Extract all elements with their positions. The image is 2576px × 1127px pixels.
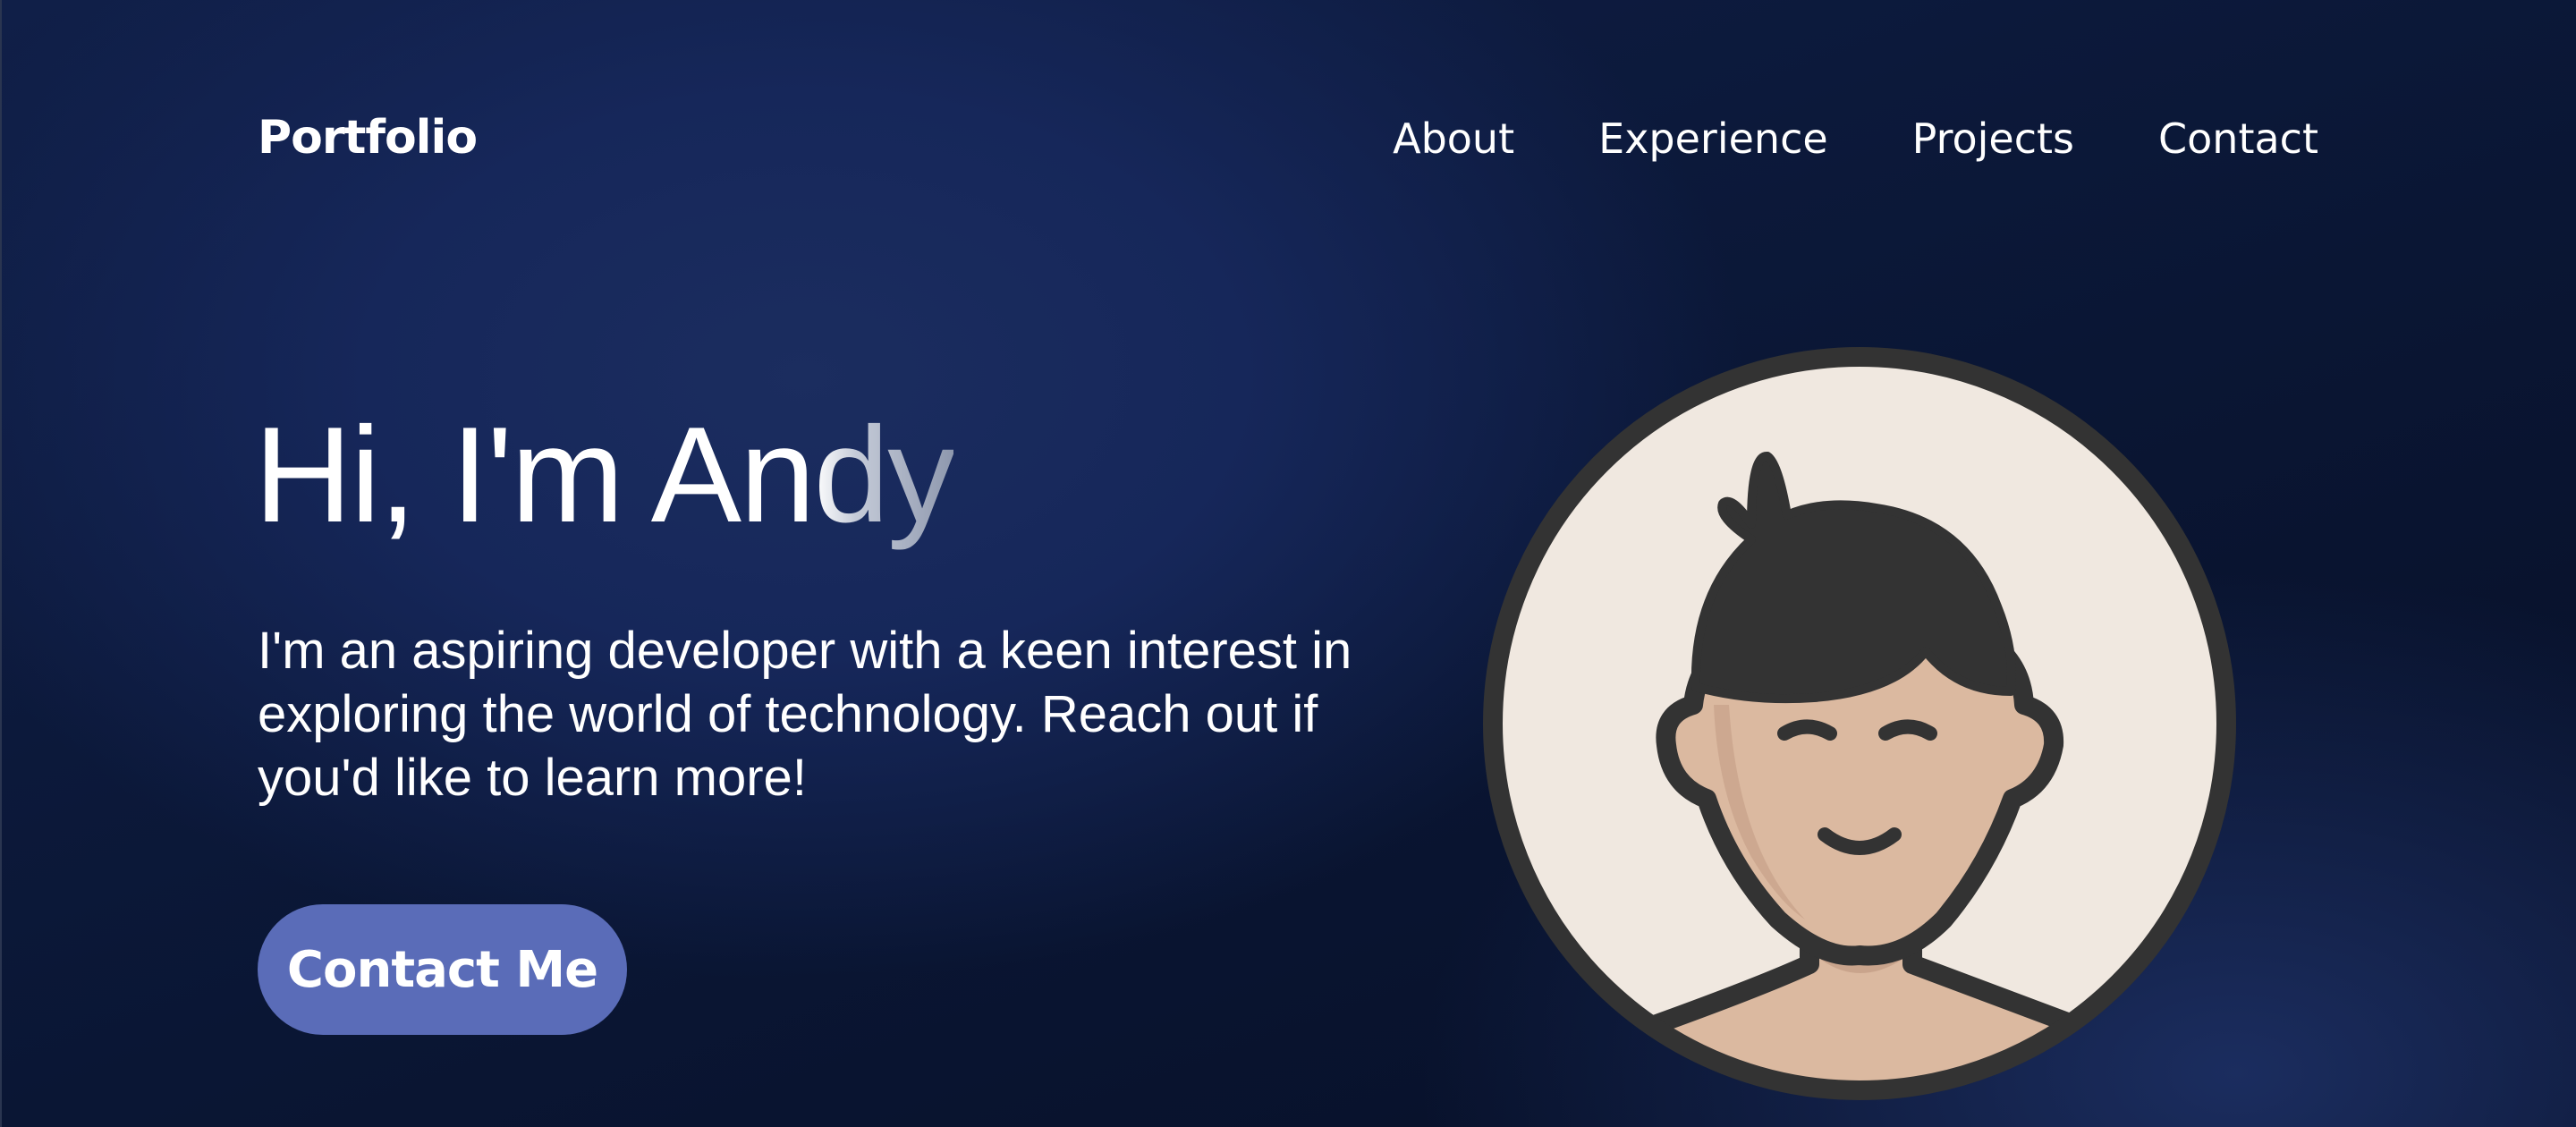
hero-title-fade: dy (813, 399, 956, 551)
hero-title-main: Hi, I'm An (254, 399, 816, 551)
nav-link-about[interactable]: About (1393, 114, 1514, 163)
nav-link-contact[interactable]: Contact (2158, 114, 2318, 163)
avatar (1483, 347, 2236, 1100)
main-nav: About Experience Projects Contact (1393, 114, 2318, 163)
contact-me-button[interactable]: Contact Me (258, 904, 627, 1035)
hero-title: Hi, I'm Andy (254, 407, 955, 543)
hero-description: I'm an aspiring developer with a keen in… (258, 622, 1352, 807)
site-logo[interactable]: Portfolio (258, 111, 478, 165)
person-avatar-icon (1483, 347, 2236, 1100)
nav-link-experience[interactable]: Experience (1598, 114, 1828, 163)
nav-link-projects[interactable]: Projects (1912, 114, 2074, 163)
site-header: Portfolio About Experience Projects Cont… (258, 106, 2318, 186)
